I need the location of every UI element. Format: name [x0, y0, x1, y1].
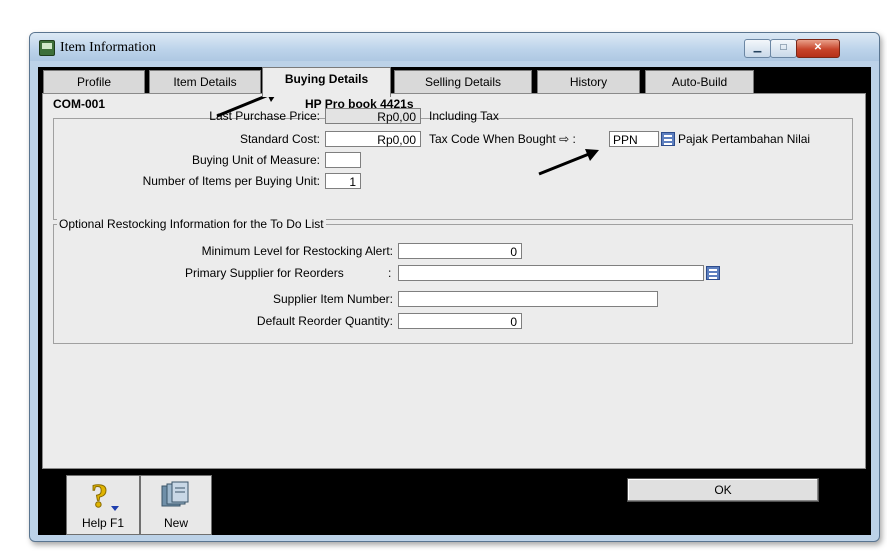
ok-button[interactable]: OK — [627, 478, 819, 502]
buying-unit-label: Buying Unit of Measure: — [191, 153, 320, 167]
new-icon — [161, 481, 189, 507]
last-purchase-price-field: Rp0,00 — [325, 108, 421, 124]
new-button[interactable]: New — [140, 475, 212, 535]
primary-supplier-label: Primary Supplier for Reorders — [185, 266, 344, 280]
item-code: COM-001 — [53, 97, 106, 111]
last-purchase-price-label: Last Purchase Price: — [209, 109, 320, 123]
reorder-qty-field[interactable]: 0 — [398, 313, 522, 329]
buying-unit-field[interactable] — [325, 152, 361, 168]
primary-supplier-dropdown-button[interactable] — [706, 266, 720, 280]
reorder-qty-label: Default Reorder Quantity: — [256, 314, 393, 328]
maximize-icon: □ — [780, 42, 787, 53]
tab-buying-details[interactable]: Buying Details — [262, 67, 391, 97]
tab-label: Auto-Build — [671, 75, 728, 89]
tab-auto-build[interactable]: Auto-Build — [645, 70, 754, 95]
tab-label: Profile — [76, 75, 111, 89]
title-bar: Item Information ▁ □ ✕ — [30, 33, 879, 61]
tab-selling-details[interactable]: Selling Details — [394, 70, 532, 95]
window-title: Item Information — [60, 40, 157, 55]
items-per-unit-field[interactable]: 1 — [325, 173, 361, 189]
new-button-label: New — [163, 516, 188, 530]
window-app-icon — [39, 40, 55, 56]
help-button[interactable]: ? Help F1 — [66, 475, 140, 535]
help-button-label: Help F1 — [81, 516, 125, 530]
svg-text:?: ? — [91, 480, 108, 512]
minimize-icon: ▁ — [753, 42, 762, 53]
item-information-window: Item Information ▁ □ ✕ Profile Item Deta… — [29, 32, 880, 542]
close-icon: ✕ — [813, 42, 823, 53]
tax-code-field[interactable]: PPN — [609, 131, 659, 147]
tab-label: Selling Details — [424, 75, 502, 89]
tab-profile[interactable]: Profile — [43, 70, 145, 95]
tax-code-dropdown-button[interactable] — [661, 132, 675, 146]
help-icon: ? — [91, 480, 119, 512]
buying-details-panel: COM-001 HP Pro book 4421s Last Purchase … — [42, 90, 866, 469]
tax-code-description: Pajak Pertambahan Nilai — [678, 132, 811, 146]
window-body: Profile Item Details Buying Details Sell… — [38, 67, 871, 535]
supplier-item-label: Supplier Item Number: — [272, 292, 393, 306]
tab-label: Buying Details — [284, 72, 369, 86]
close-button[interactable]: ✕ — [796, 39, 840, 58]
standard-cost-field[interactable]: Rp0,00 — [325, 131, 421, 147]
primary-supplier-field[interactable] — [398, 265, 704, 281]
maximize-button[interactable]: □ — [770, 39, 797, 58]
primary-supplier-colon: : — [388, 266, 392, 280]
supplier-item-field[interactable] — [398, 291, 658, 307]
tab-label: History — [569, 75, 608, 89]
items-per-unit-label: Number of Items per Buying Unit: — [142, 174, 320, 188]
tab-history[interactable]: History — [537, 70, 640, 95]
min-level-field[interactable]: 0 — [398, 243, 522, 259]
restock-group-legend: Optional Restocking Information for the … — [57, 217, 326, 231]
min-level-label: Minimum Level for Restocking Alert: — [201, 244, 393, 258]
minimize-button[interactable]: ▁ — [744, 39, 771, 58]
standard-cost-label: Standard Cost: — [239, 132, 320, 146]
arrow-annotation-icon — [538, 149, 599, 176]
including-tax-label: Including Tax — [429, 109, 499, 123]
